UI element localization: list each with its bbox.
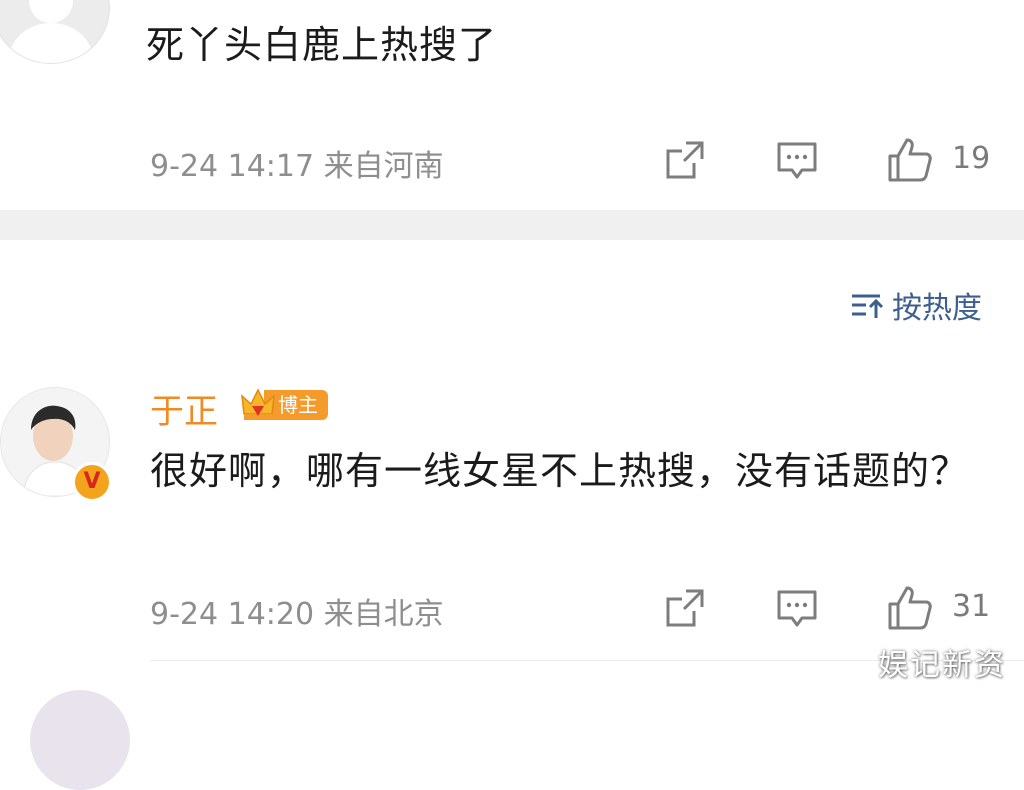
share-icon (666, 141, 704, 179)
comment-icon (777, 142, 817, 179)
share-button[interactable] (664, 139, 706, 181)
verified-badge-icon: V (72, 462, 112, 502)
like-button[interactable] (886, 136, 934, 184)
like-icon (888, 586, 932, 630)
comment-meta: 9-24 14:20 来自北京 (150, 589, 444, 633)
comment-text: 很好啊，哪有一线女星不上热搜，没有话题的？ (150, 449, 970, 493)
comment-icon (777, 590, 817, 627)
like-button[interactable] (886, 584, 934, 632)
username[interactable]: 于正 (150, 384, 218, 433)
sort-icon (852, 294, 884, 318)
like-count: 19 (952, 141, 991, 176)
like-count: 31 (952, 589, 991, 624)
comment-location: 来自北京 (323, 597, 444, 632)
comment-meta: 9-24 14:17 来自河南 (150, 141, 444, 185)
comment-time: 9-24 14:20 (150, 597, 315, 632)
share-button[interactable] (664, 587, 706, 629)
comment-time: 9-24 14:17 (150, 149, 315, 184)
comment-button[interactable] (776, 587, 818, 629)
like-icon (888, 138, 932, 182)
comment-text: 死丫头白鹿上热搜了 (146, 23, 498, 67)
share-icon (666, 589, 704, 627)
comment-location: 来自河南 (323, 149, 444, 184)
watermark: 娱记新资 (878, 648, 1006, 683)
avatar[interactable] (30, 690, 130, 790)
default-avatar-icon (7, 0, 95, 63)
comment-button[interactable] (776, 139, 818, 181)
section-separator (0, 210, 1024, 240)
avatar[interactable] (0, 0, 110, 64)
crown-icon (238, 384, 278, 424)
sort-by-hot-button[interactable]: 按热度 (850, 283, 982, 327)
sort-label: 按热度 (892, 291, 982, 326)
